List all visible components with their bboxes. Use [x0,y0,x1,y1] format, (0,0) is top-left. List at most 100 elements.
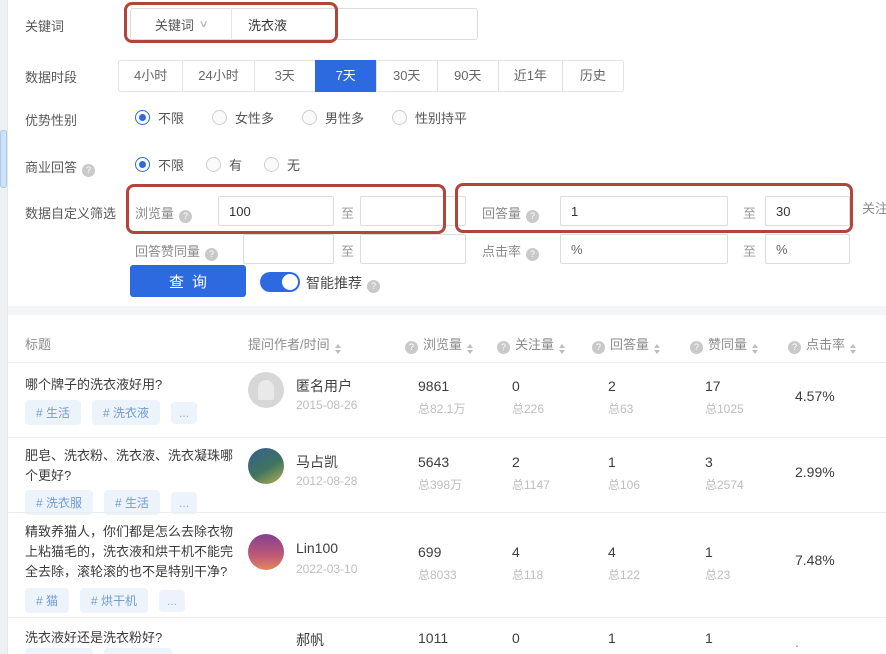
sort-icon[interactable] [752,344,758,354]
period-24h-button[interactable]: 24小时 [182,60,254,92]
answers-from-input[interactable] [560,196,728,226]
col-views-text: 浏览量 [423,337,462,352]
topic-tag[interactable]: # 生活 [25,400,81,425]
answer-likes-from-input[interactable] [243,234,334,264]
topic-tag[interactable]: # 烘干机 [80,588,148,613]
sort-icon[interactable] [559,344,565,354]
question-title[interactable]: 精致养猫人，你们都是怎么去除衣物上粘猫毛的，洗衣液和烘干机不能完全去除，滚轮滚的… [25,522,239,582]
topic-tag[interactable]: # 猫 [25,588,69,613]
sort-icon[interactable] [850,344,856,354]
answer-likes-to-input[interactable] [360,234,466,264]
info-icon[interactable]: ? [690,341,703,354]
col-follows-text: 关注量 [515,337,554,352]
col-views-header[interactable]: ? 浏览量 [405,334,473,354]
answers-value: 1 [608,630,616,646]
question-title[interactable]: 洗衣液好还是洗衣粉好? [25,628,239,648]
sort-icon[interactable] [654,344,660,354]
avatar[interactable] [248,448,284,484]
gender-radio-unlimited[interactable]: 不限 [135,108,184,127]
commercial-radio-no[interactable]: 无 [264,155,300,174]
author-name[interactable]: 郝帆 [296,630,324,650]
likes-total: 总2574 [705,476,744,493]
tag-list: # 洗衣液 # 洗衣粉 [25,648,183,654]
info-icon[interactable]: ? [205,248,218,261]
question-title[interactable]: 肥皂、洗衣粉、洗衣液、洗衣凝珠哪个更好? [25,446,239,486]
keyword-select-value: 关键词 [155,15,194,34]
col-likes-header[interactable]: ?赞同量 [690,334,758,354]
commercial-radio-yes[interactable]: 有 [206,155,242,174]
left-scrollbar[interactable] [0,0,8,654]
period-30d-button[interactable]: 30天 [376,60,438,92]
radio-dot-icon [392,110,407,125]
info-icon[interactable]: ? [367,280,380,293]
col-answers-text: 回答量 [610,337,649,352]
more-tags-icon[interactable]: ... [159,590,185,612]
answers-value: 2 [608,378,616,394]
gender-radio-male[interactable]: 男性多 [302,108,364,127]
col-ctr-header[interactable]: ?点击率 [788,334,856,354]
chevron-down-icon: ∨ [198,19,208,30]
col-author-header[interactable]: 提问作者/时间 [248,334,341,354]
answers-total: 总106 [608,476,640,493]
info-icon[interactable]: ? [497,341,510,354]
views-value: 699 [418,544,441,560]
period-1y-button[interactable]: 近1年 [498,60,563,92]
commercial-label-text: 商业回答 [25,160,77,175]
info-icon[interactable]: ? [526,210,539,223]
info-icon[interactable]: ? [179,210,192,223]
period-3d-button[interactable]: 3天 [254,60,316,92]
col-answers-header[interactable]: ? 回答量 [592,334,660,354]
sort-icon[interactable] [467,344,473,354]
views-filter-label-text: 浏览量 [135,206,174,221]
answers-value: 4 [608,544,616,560]
period-history-button[interactable]: 历史 [562,60,624,92]
period-label: 数据时段 [25,67,77,86]
gender-radio-female[interactable]: 女性多 [212,108,274,127]
radio-dot-icon [135,157,150,172]
author-name[interactable]: 马占凯 [296,452,338,472]
commercial-radio-unlimited[interactable]: 不限 [135,155,184,174]
topic-tag[interactable]: # 洗衣液 [25,648,93,654]
gender-radio-equal[interactable]: 性别持平 [392,108,467,127]
topic-tag[interactable]: # 洗衣液 [92,400,160,425]
answers-to-label: 至 [743,203,756,222]
period-7d-button[interactable]: 7天 [315,60,377,92]
avatar[interactable] [248,372,284,408]
ctr-value: . [795,634,799,650]
answers-to-input[interactable] [765,196,850,226]
info-icon[interactable]: ? [592,341,605,354]
more-tags-icon[interactable]: ... [171,492,197,514]
commercial-label: 商业回答? [25,157,95,177]
radio-dot-icon [206,157,221,172]
avatar[interactable] [248,534,284,570]
topic-tag[interactable]: # 洗衣粉 [104,648,172,654]
commercial-radio-group: 不限 有 无 [135,155,328,174]
author-name[interactable]: Lin100 [296,540,338,556]
query-button[interactable]: 查询 [130,265,246,297]
row-separator [8,362,886,363]
info-icon[interactable]: ? [405,341,418,354]
keyword-type-select[interactable]: 关键词 ∨ [131,9,232,39]
keyword-label: 关键词 [25,16,64,35]
smart-recommend-toggle[interactable] [260,272,300,292]
row-separator [8,437,886,438]
period-90d-button[interactable]: 90天 [437,60,499,92]
keyword-input[interactable] [232,16,477,33]
views-from-input[interactable] [218,196,334,226]
author-name[interactable]: 匿名用户 [296,376,352,396]
views-to-input[interactable] [360,196,466,226]
sort-icon[interactable] [335,344,341,354]
info-icon[interactable]: ? [526,248,539,261]
likes-value: 3 [705,454,713,470]
col-follows-header[interactable]: ? 关注量 [497,334,565,354]
follows-filter-cut-label: 关注 [862,198,886,217]
info-icon[interactable]: ? [82,164,95,177]
period-4h-button[interactable]: 4小时 [118,60,183,92]
radio-dot-icon [212,110,227,125]
more-tags-icon[interactable]: ... [171,402,197,424]
ctr-to-input[interactable] [765,234,850,264]
ctr-from-input[interactable] [560,234,728,264]
info-icon[interactable]: ? [788,341,801,354]
question-title[interactable]: 哪个牌子的洗衣液好用? [25,375,239,395]
tag-list: # 生活 # 洗衣液 ... [25,400,208,425]
